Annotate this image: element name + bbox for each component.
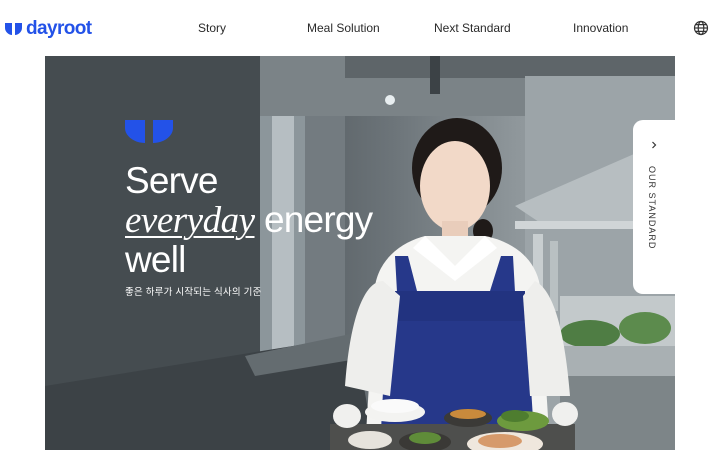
hero-title-line-1: Serve	[125, 160, 218, 201]
logo-mark-icon	[5, 23, 22, 35]
nav-item-next-standard[interactable]: Next Standard	[434, 20, 511, 36]
hero-title-line-3: well	[125, 239, 186, 280]
hero-title: Serve everyday energy well	[125, 160, 373, 280]
nav-item-story[interactable]: Story	[198, 20, 226, 36]
globe-icon[interactable]	[693, 20, 709, 36]
nav-item-meal-solution[interactable]: Meal Solution	[307, 20, 380, 36]
nav-item-innovation[interactable]: Innovation	[573, 20, 628, 36]
logo-text: dayroot	[26, 18, 92, 39]
our-standard-label: OUR STANDARD	[647, 166, 657, 250]
our-standard-tab[interactable]: OUR STANDARD	[633, 120, 677, 294]
hero-title-accent: everyday	[125, 200, 255, 241]
dayroot-logo[interactable]: dayroot	[5, 18, 92, 39]
hero-title-energy: energy	[254, 199, 373, 240]
chevron-right-icon	[652, 141, 657, 149]
hero-title-line-2: everyday energy	[125, 199, 373, 241]
site-header: dayroot Story Meal Solution Next Standar…	[0, 0, 720, 56]
hero-banner: Serve everyday energy well 좋은 하루가 시작되는 식…	[45, 56, 675, 450]
brand-mark-icon	[125, 120, 173, 143]
hero-subtitle: 좋은 하루가 시작되는 식사의 기준	[125, 287, 262, 298]
